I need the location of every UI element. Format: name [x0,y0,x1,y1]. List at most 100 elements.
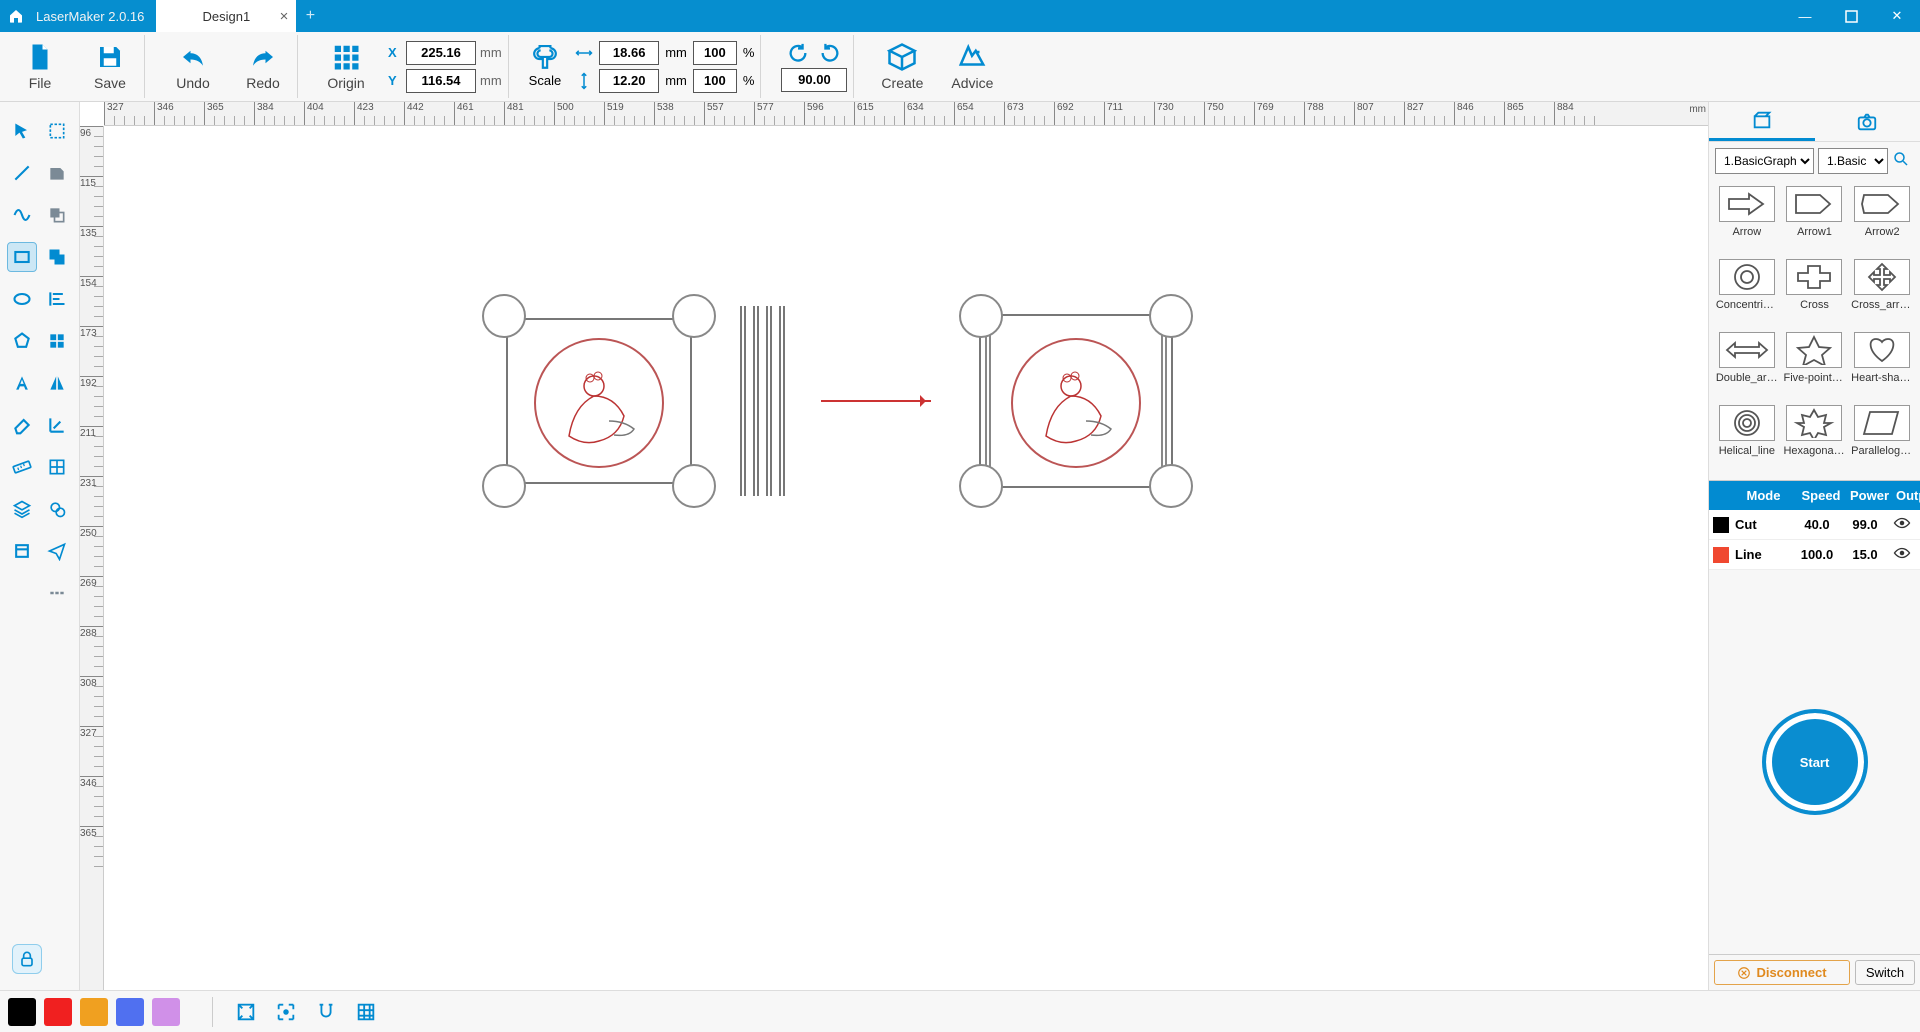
undo-button[interactable]: Undo [165,42,221,91]
x-input[interactable] [406,41,476,65]
fit-view-icon[interactable] [231,997,261,1027]
eye-icon[interactable] [1893,546,1911,560]
close-tab-icon[interactable]: × [280,9,289,24]
col-power: Power [1846,481,1892,510]
shape-Concentric_...[interactable]: Concentric_... [1715,259,1779,328]
color-swatch[interactable] [8,998,36,1026]
canvas-area: mm 3273463653844044234424614815005195385… [80,102,1708,990]
add-tab-button[interactable]: + [296,0,324,32]
connection-bar: Disconnect Switch [1709,954,1920,990]
y-input[interactable] [406,69,476,93]
duplicate-tool[interactable] [42,200,72,230]
frame-right [961,296,1191,506]
width-pct-input[interactable] [693,41,737,65]
col-speed: Speed [1796,481,1846,510]
switch-button[interactable]: Switch [1855,960,1915,985]
distribute-tool[interactable] [42,578,72,608]
minimize-button[interactable]: — [1782,0,1828,32]
eraser-tool[interactable] [7,410,37,440]
right-panel-tabs [1709,102,1920,142]
line-tool[interactable] [7,158,37,188]
maximize-button[interactable] [1828,0,1874,32]
shape-Five-pointe...[interactable]: Five-pointe... [1783,332,1847,401]
origin-button[interactable]: Origin [318,42,374,91]
eye-icon[interactable] [1893,516,1911,530]
color-swatch[interactable] [116,998,144,1026]
marquee-tool[interactable] [42,116,72,146]
boolean-tool[interactable] [42,242,72,272]
height-input[interactable] [599,69,659,93]
col-mode: Mode [1731,481,1796,510]
curve-tool[interactable] [7,200,37,230]
color-swatch[interactable] [152,998,180,1026]
redo-button[interactable]: Redo [235,42,291,91]
scale-button[interactable]: Scale [529,45,562,88]
tab-label: Design1 [203,9,251,24]
advice-button[interactable]: Advice [944,42,1000,91]
color-swatch[interactable] [80,998,108,1026]
shape-Arrow2[interactable]: Arrow2 [1850,186,1914,255]
disconnect-button[interactable]: Disconnect [1714,960,1850,985]
shape-Parallelogram[interactable]: Parallelogram [1850,405,1914,474]
shape-Cross_arrow[interactable]: Cross_arrow [1850,259,1914,328]
layer-row[interactable]: Cut40.099.0 [1709,510,1920,540]
category-2-select[interactable]: 1.Basic [1818,148,1888,174]
edit-path-tool[interactable] [42,410,72,440]
color-swatch[interactable] [44,998,72,1026]
save-button[interactable]: Save [82,42,138,91]
shape-Double_arrow[interactable]: Double_arrow [1715,332,1779,401]
create-button[interactable]: Create [874,42,930,91]
shape-Arrow[interactable]: Arrow [1715,186,1779,255]
shape-Hexagonal_...[interactable]: Hexagonal_... [1783,405,1847,474]
color-swatches [8,998,180,1026]
mirror-tool[interactable] [42,368,72,398]
measure-tool[interactable] [7,452,37,482]
search-icon[interactable] [1892,150,1914,172]
bottom-bar [0,990,1920,1032]
tab-design1[interactable]: Design1 × [156,0,296,32]
main-toolbar: File Save Undo Redo Origin Xmm Ymm Scale… [0,32,1920,102]
height-pct-input[interactable] [693,69,737,93]
ellipse-tool[interactable] [7,284,37,314]
window-controls: — ✕ [1782,0,1920,32]
dimensions-group: mm% mm% [575,41,754,93]
shape-Helical_line[interactable]: Helical_line [1715,405,1779,474]
width-input[interactable] [599,41,659,65]
col-output: Output [1892,481,1920,510]
zoom-selection-icon[interactable] [271,997,301,1027]
shape-Cross[interactable]: Cross [1783,259,1847,328]
rotate-cw-icon[interactable] [819,42,841,64]
crop-tool[interactable] [7,536,37,566]
tab-camera[interactable] [1815,102,1920,141]
layer-row[interactable]: Line100.015.0 [1709,540,1920,570]
rotate-input[interactable] [781,68,847,92]
grid-tool[interactable] [42,326,72,356]
fill-tool[interactable] [42,158,72,188]
send-tool[interactable] [42,536,72,566]
snap-icon[interactable] [311,997,341,1027]
trace-tool[interactable] [42,494,72,524]
close-button[interactable]: ✕ [1874,0,1920,32]
file-button[interactable]: File [12,42,68,91]
category-1-select[interactable]: 1.BasicGraph [1715,148,1814,174]
grid-icon[interactable] [351,997,381,1027]
rotate-ccw-icon[interactable] [787,42,809,64]
left-tool-palette [0,102,80,990]
start-button[interactable]: Start [1766,713,1864,811]
select-tool[interactable] [7,116,37,146]
canvas[interactable] [104,126,1708,990]
app-title: LaserMaker 2.0.16 [32,9,156,24]
align-left-tool[interactable] [42,284,72,314]
x-label: X [388,45,402,60]
array-tool[interactable] [42,452,72,482]
rect-tool[interactable] [7,242,37,272]
shape-Arrow1[interactable]: Arrow1 [1783,186,1847,255]
home-icon[interactable] [0,0,32,32]
polygon-tool[interactable] [7,326,37,356]
tab-shapes[interactable] [1709,102,1815,141]
shape-category-row: 1.BasicGraph 1.Basic [1709,142,1920,180]
text-tool[interactable] [7,368,37,398]
lock-button[interactable] [12,944,42,974]
shape-Heart-shaped[interactable]: Heart-shaped [1850,332,1914,401]
layers-tool[interactable] [7,494,37,524]
